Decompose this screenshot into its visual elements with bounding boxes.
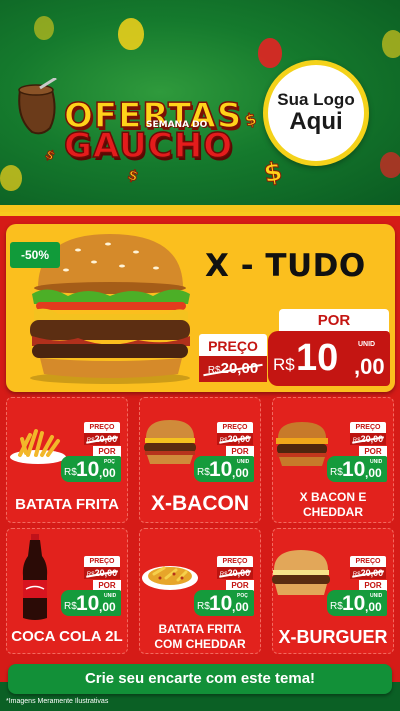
currency: R$: [64, 601, 77, 612]
price-currency: R$: [273, 355, 295, 374]
x-bacon-cheddar-image: [276, 422, 328, 466]
currency: R$: [197, 601, 210, 612]
coca-cola-bottle-image: [22, 534, 48, 620]
unit: UNID: [370, 593, 383, 599]
price-integer: 10: [76, 458, 100, 481]
chimarrao-cuia-icon: [18, 78, 57, 135]
new-price: R$ 10 UNID ,00: [194, 456, 254, 482]
price-tag: PREÇO R$20,00 POR R$10UNID,00: [327, 422, 387, 484]
dollar-icon: $: [261, 156, 285, 190]
balloon-decoration: [382, 30, 400, 58]
unit: UNID: [104, 593, 117, 599]
currency: R$: [330, 601, 343, 612]
price-cents: ,00: [99, 466, 116, 480]
price-cents: ,00: [365, 600, 382, 614]
preco-label: PREÇO: [217, 556, 253, 567]
fries-cheddar-image: [142, 566, 198, 590]
new-price: R$ 10 UNID ,00: [327, 456, 387, 482]
featured-old-price: R$20,00: [199, 356, 267, 382]
dollar-icon: $: [125, 166, 141, 186]
discount-badge: -50%: [10, 242, 60, 268]
title-gaucho: GAUCHO: [63, 125, 234, 167]
balloon-decoration: [0, 165, 22, 191]
logo-line1: Sua Logo: [277, 90, 355, 110]
balloon-decoration: [34, 16, 54, 40]
offers-title: OFERTAS SEMANA DO GAUCHO: [58, 95, 258, 168]
new-price: R$ 10 UNID ,00: [327, 590, 387, 616]
product-name: BATATA FRITA COM CHEDDAR: [154, 622, 246, 651]
price-integer: 10: [342, 458, 366, 481]
create-flyer-button[interactable]: Crie seu encarte com este tema!: [8, 664, 392, 694]
logo-placeholder[interactable]: Sua Logo Aqui: [263, 60, 369, 166]
price-cents: ,00: [232, 466, 249, 480]
currency: R$: [330, 467, 343, 478]
price-integer: 10: [296, 337, 339, 379]
balloon-decoration: [258, 38, 282, 68]
currency: R$: [197, 467, 210, 478]
fries-image: [10, 429, 66, 464]
price-tag: PREÇO R$20,00 POR R$10POÇ,00: [194, 556, 254, 618]
preco-label: PREÇO: [350, 556, 386, 567]
unit: POÇ: [104, 459, 115, 465]
product-name: BATATA FRITA: [15, 496, 119, 513]
balloon-decoration: [118, 18, 144, 50]
price-tag: PREÇO R$20,00 POR R$10UNID,00: [194, 422, 254, 484]
price-tag: PREÇO R$20,00 POR R$10POÇ,00: [61, 422, 121, 484]
featured-new-price: R$ 10 UNID ,00: [268, 331, 390, 386]
featured-por-label: POR: [279, 309, 389, 333]
disclaimer-text: *Imagens Meramente Ilustrativas: [6, 698, 109, 705]
price-tag: PREÇO R$20,00 POR R$10UNID,00: [327, 556, 387, 618]
balloon-decoration: [380, 152, 400, 178]
new-price: R$ 10 POÇ ,00: [61, 456, 121, 482]
unit: POÇ: [237, 593, 248, 599]
featured-price-label: PREÇO: [199, 334, 267, 358]
price-integer: 10: [342, 592, 366, 615]
new-price: R$ 10 POÇ ,00: [194, 590, 254, 616]
logo-line2: Aqui: [289, 108, 343, 136]
price-cents: ,00: [99, 600, 116, 614]
preco-label: PREÇO: [217, 422, 253, 433]
currency: R$: [64, 467, 77, 478]
unit: UNID: [370, 459, 383, 465]
price-unit: UNID: [358, 341, 376, 348]
product-name: X BACON E CHEDDAR: [299, 490, 367, 519]
header-banner: OFERTAS SEMANA DO GAUCHO $ $ $ $ Sua Log…: [0, 0, 400, 205]
price-cents: ,00: [365, 466, 382, 480]
price-integer: 10: [76, 592, 100, 615]
preco-label: PREÇO: [84, 556, 120, 567]
product-name: X-BURGUER: [278, 627, 388, 647]
product-name: X-BACON: [151, 492, 249, 515]
price-integer: 10: [209, 458, 233, 481]
price-integer: 10: [209, 592, 233, 615]
product-name: COCA COLA 2L: [11, 628, 123, 645]
x-bacon-image: [144, 420, 196, 464]
new-price: R$ 10 UNID ,00: [61, 590, 121, 616]
dollar-icon: $: [43, 146, 58, 164]
featured-product-name: X - TUDO: [205, 248, 366, 284]
preco-label: PREÇO: [84, 422, 120, 433]
unit: UNID: [237, 459, 250, 465]
price-tag: PREÇO R$20,00 POR R$10UNID,00: [61, 556, 121, 618]
x-burguer-image: [272, 550, 330, 595]
price-cents: ,00: [354, 354, 385, 379]
preco-label: PREÇO: [350, 422, 386, 433]
price-cents: ,00: [232, 600, 249, 614]
